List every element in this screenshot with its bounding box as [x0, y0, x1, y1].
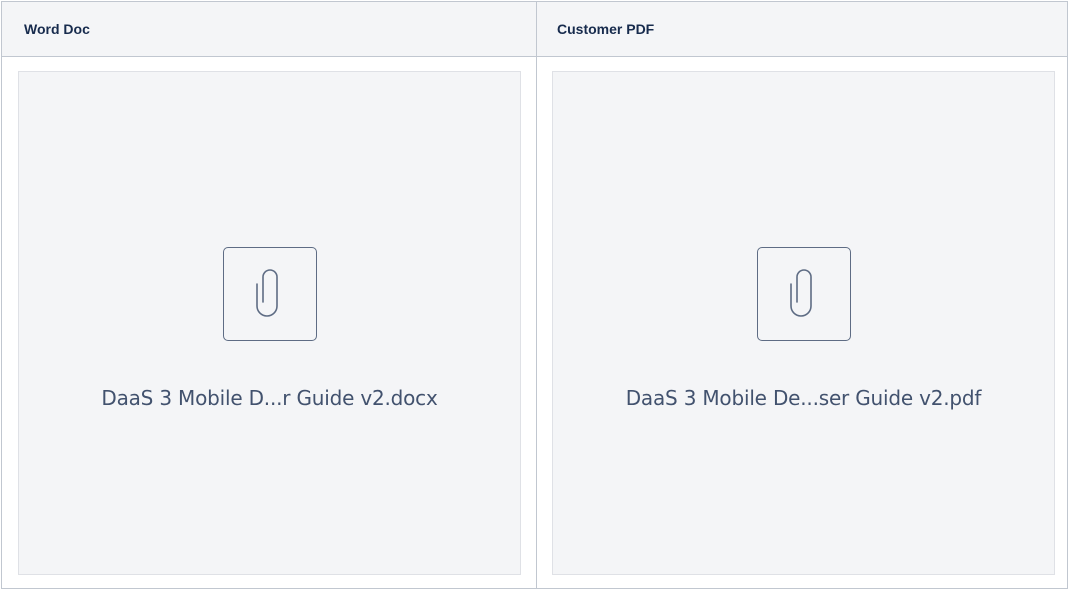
paperclip-icon — [222, 247, 317, 341]
attachment-file-name[interactable]: DaaS 3 Mobile De...ser Guide v2.pdf — [553, 386, 1054, 410]
paperclip-icon — [756, 247, 851, 341]
attachment-card-pdf[interactable]: DaaS 3 Mobile De...ser Guide v2.pdf — [552, 71, 1055, 575]
table-header-row: Word Doc Customer PDF — [2, 2, 1067, 57]
attachments-table: Word Doc Customer PDF DaaS 3 Mobile D...… — [1, 1, 1068, 589]
table-cell-word-doc: DaaS 3 Mobile D...r Guide v2.docx — [2, 57, 537, 588]
table-row: DaaS 3 Mobile D...r Guide v2.docx DaaS 3… — [2, 57, 1067, 588]
attachment-card-docx[interactable]: DaaS 3 Mobile D...r Guide v2.docx — [18, 71, 521, 575]
table-cell-customer-pdf: DaaS 3 Mobile De...ser Guide v2.pdf — [537, 57, 1067, 588]
column-header-word-doc: Word Doc — [2, 2, 537, 56]
attachment-file-name[interactable]: DaaS 3 Mobile D...r Guide v2.docx — [19, 386, 520, 410]
column-header-customer-pdf: Customer PDF — [557, 21, 655, 37]
